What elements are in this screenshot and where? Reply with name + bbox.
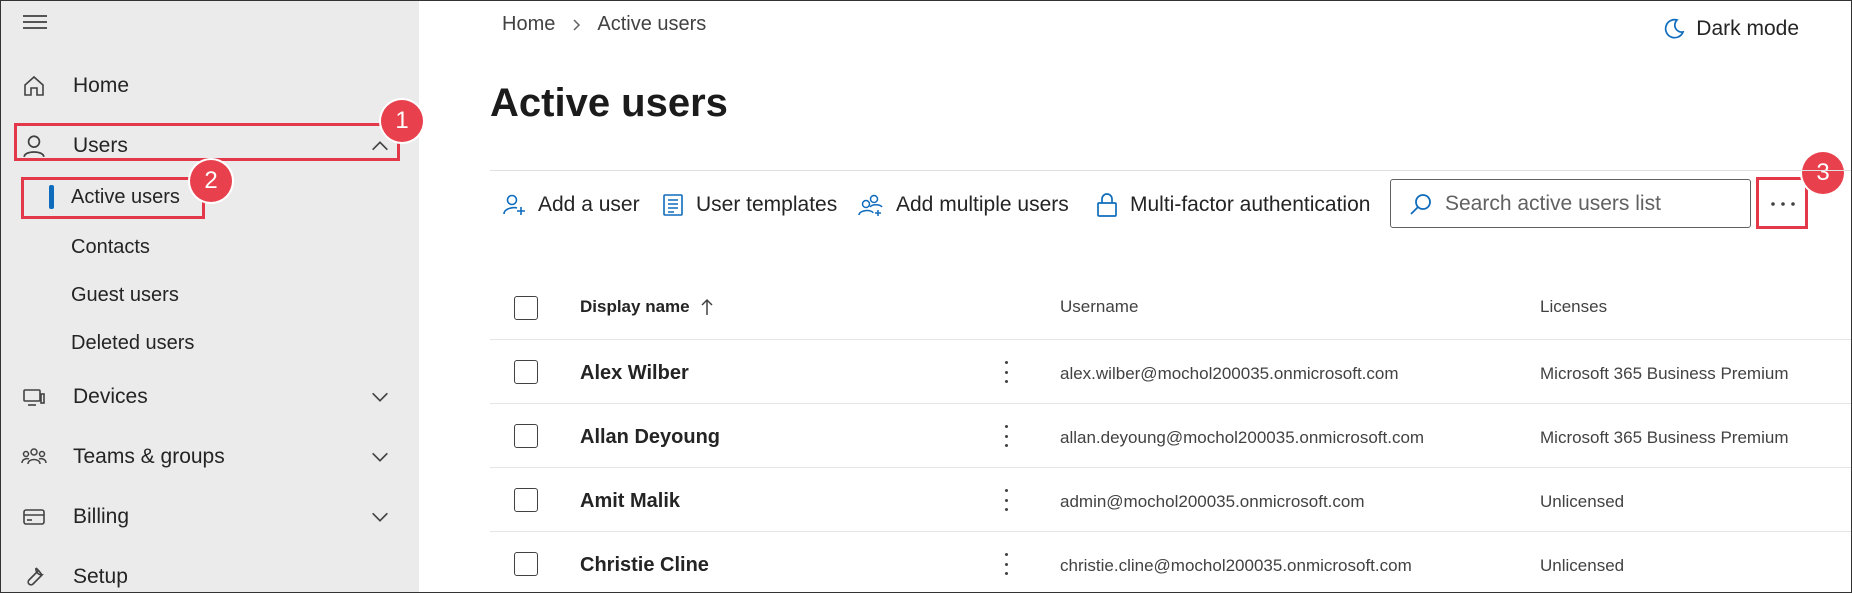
breadcrumb-home[interactable]: Home [502, 13, 555, 36]
user-display-name[interactable]: Amit Malik [580, 490, 680, 513]
row-checkbox[interactable] [514, 488, 538, 512]
sidebar-item-devices[interactable]: Devices [15, 376, 405, 418]
sidebar-item-label: Setup [73, 565, 128, 588]
multi-factor-auth-button[interactable]: Multi-factor authentication [1096, 187, 1370, 223]
row-actions-icon[interactable] [996, 358, 1016, 386]
sidebar-item-home[interactable]: Home [15, 65, 405, 107]
add-person-icon [503, 194, 525, 215]
chevron-right-icon [573, 18, 581, 31]
column-header-username[interactable]: Username [1060, 297, 1138, 317]
user-license: Microsoft 365 Business Premium [1540, 364, 1789, 383]
user-username: christie.cline@mochol200035.onmicrosoft.… [1060, 556, 1412, 575]
callout-badge-1: 1 [381, 100, 423, 142]
user-license: Unlicensed [1540, 556, 1625, 575]
search-icon [1410, 193, 1431, 215]
search-box[interactable] [1390, 179, 1751, 228]
template-icon [663, 194, 683, 216]
multi-factor-auth-label: Multi-factor authentication [1130, 193, 1371, 216]
dark-mode-label: Dark mode [1696, 17, 1799, 40]
add-multiple-users-icon [858, 194, 883, 216]
divider [490, 531, 1851, 532]
sort-ascending-icon [701, 298, 713, 315]
sidebar-item-label: Billing [73, 505, 130, 528]
teams-icon [21, 444, 47, 470]
user-license: Microsoft 365 Business Premium [1540, 428, 1789, 447]
callout-badge-2: 2 [190, 160, 232, 202]
sidebar-item-setup[interactable]: Setup [15, 556, 405, 592]
add-multiple-users-button[interactable]: Add multiple users [858, 187, 1069, 223]
sidebar-nav: Home Users Active users Contacts Guest u… [1, 1, 419, 592]
add-user-button[interactable]: Add a user [502, 187, 640, 223]
sidebar-item-label: Teams & groups [73, 445, 225, 468]
page-title: Active users [490, 81, 728, 125]
moon-icon [1665, 18, 1685, 39]
admin-center-window: Home Users Active users Contacts Guest u… [0, 0, 1852, 593]
row-checkbox[interactable] [514, 424, 538, 448]
sidebar-item-label: Home [73, 74, 130, 97]
ellipsis-icon [1771, 202, 1795, 206]
divider [490, 467, 1851, 468]
user-templates-button[interactable]: User templates [662, 187, 837, 223]
row-actions-icon[interactable] [996, 550, 1016, 578]
select-all-checkbox[interactable] [514, 296, 538, 320]
user-license: Unlicensed [1540, 492, 1625, 511]
more-options-button[interactable] [1758, 179, 1808, 229]
lock-icon [1097, 193, 1117, 217]
chevron-down-icon[interactable] [369, 386, 391, 408]
sidebar-subitem-guest-users[interactable]: Guest users [71, 277, 179, 313]
sidebar-item-billing[interactable]: Billing [15, 496, 405, 538]
column-header-display-name[interactable]: Display name [580, 297, 714, 317]
user-display-name[interactable]: Allan Deyoung [580, 426, 720, 449]
add-user-label: Add a user [538, 193, 640, 216]
hamburger-menu-icon[interactable] [23, 15, 47, 29]
row-checkbox[interactable] [514, 360, 538, 384]
user-username: allan.deyoung@mochol200035.onmicrosoft.c… [1060, 428, 1425, 447]
row-actions-icon[interactable] [996, 486, 1016, 514]
sidebar-item-teams-groups[interactable]: Teams & groups [15, 436, 405, 478]
divider [490, 170, 1851, 171]
breadcrumb: Home Active users [502, 13, 706, 36]
chevron-down-icon[interactable] [369, 506, 391, 528]
user-username: admin@mochol200035.onmicrosoft.com [1060, 492, 1365, 511]
billing-icon [21, 504, 47, 530]
chevron-down-icon[interactable] [369, 446, 391, 468]
sidebar-subitem-deleted-users[interactable]: Deleted users [71, 325, 194, 361]
callout-badge-3: 3 [1802, 152, 1844, 194]
divider [490, 403, 1851, 404]
search-input[interactable] [1445, 191, 1735, 216]
divider [490, 339, 1851, 340]
sidebar-subitem-contacts[interactable]: Contacts [71, 229, 150, 265]
user-display-name[interactable]: Alex Wilber [580, 362, 689, 385]
column-header-label: Display name [580, 297, 690, 316]
row-checkbox[interactable] [514, 552, 538, 576]
callout-highlight-active-users [21, 177, 205, 219]
add-multiple-users-label: Add multiple users [896, 193, 1069, 216]
user-display-name[interactable]: Christie Cline [580, 554, 709, 577]
dark-mode-toggle[interactable]: Dark mode [1662, 17, 1799, 41]
user-templates-label: User templates [696, 193, 838, 216]
wrench-icon [21, 564, 47, 590]
user-username: alex.wilber@mochol200035.onmicrosoft.com [1060, 364, 1399, 383]
column-header-licenses[interactable]: Licenses [1540, 297, 1607, 317]
sidebar-item-label: Devices [73, 385, 148, 408]
home-icon [21, 73, 47, 99]
devices-icon [21, 384, 47, 410]
breadcrumb-current: Active users [597, 13, 707, 35]
callout-highlight-users [14, 123, 400, 161]
row-actions-icon[interactable] [996, 422, 1016, 450]
